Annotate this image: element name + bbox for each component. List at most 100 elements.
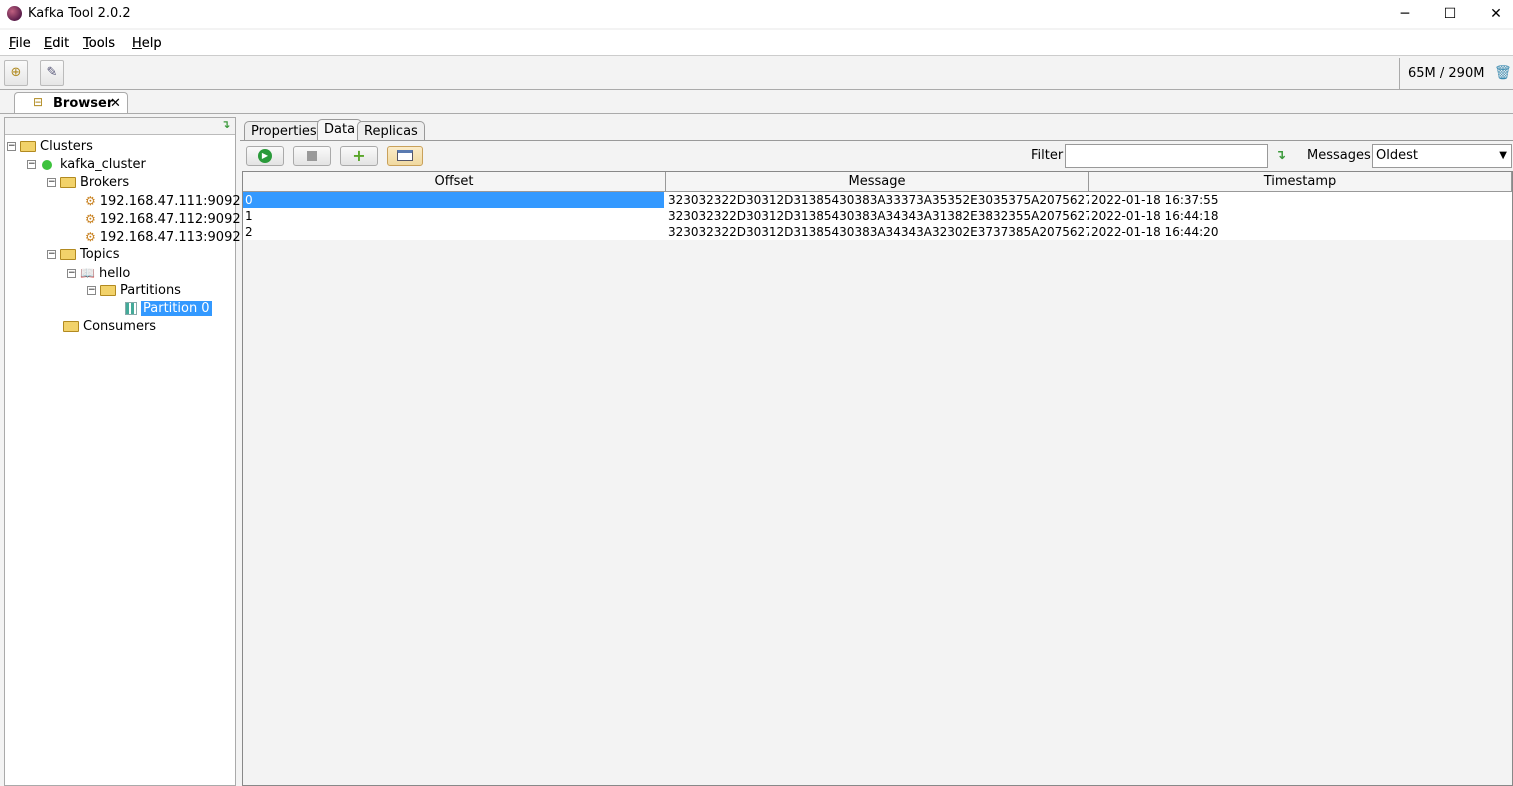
filter-label: Filter [1031,148,1064,163]
browser-icon: ⊟ [33,95,44,109]
tree-label: Brokers [80,175,130,190]
menu-bar: File File Edit Edit Tools Tools Help Help [0,30,1513,56]
tab-data[interactable]: Data [317,119,363,141]
messages-label: Messages [1307,148,1371,163]
menu-mnemonic: Edit [44,36,69,51]
menu-help[interactable]: Help Help [132,36,162,51]
column-header-offset[interactable]: Offset [243,172,666,192]
apply-filter-icon[interactable]: ↴ [1275,148,1286,163]
tree-item-broker[interactable]: ⚙ 192.168.47.111:9092 [85,192,241,210]
cell-offset: 2 [245,225,253,239]
tree-label: Partitions [120,283,181,298]
cell-offset: 0 [243,192,664,208]
cluster-tree-panel: ↴ − Clusters − kafka_cluster − Brokers ⚙ 192… [4,117,241,786]
add-message-button[interactable]: + [340,146,378,166]
menu-mnemonic: File [9,36,31,51]
folder-icon [60,177,76,188]
gear-icon: ⚙ [85,230,96,244]
gear-icon: ⚙ [85,212,96,226]
collapse-icon[interactable]: − [47,178,56,187]
add-connection-button[interactable]: ⊕ [4,60,28,86]
minimize-button[interactable]: ─ [1393,4,1417,24]
column-header-message[interactable]: Message [666,172,1089,192]
menu-mnemonic: Tools [83,36,115,51]
stop-icon [307,150,317,161]
refresh-arrow-icon[interactable]: ↴ [221,118,230,131]
collapse-icon[interactable]: − [27,160,36,169]
table-row[interactable]: 1 323032322D30312D31385430383A34343A31382… [243,208,1512,224]
cell-message: 323032322D30312D31385430383A34343A32302E… [668,225,1089,239]
cell-timestamp: 2022-01-18 16:44:18 [1091,209,1219,223]
folder-icon [20,141,36,152]
partition-icon [125,302,137,315]
cell-timestamp: 2022-01-18 16:44:20 [1091,225,1219,239]
collapse-icon[interactable]: − [87,286,96,295]
cell-message: 323032322D30312D31385430383A33373A35352E… [668,193,1089,207]
menu-tools[interactable]: Tools Tools [83,36,115,51]
messages-select[interactable]: Oldest ▼ [1372,144,1512,168]
collapse-icon[interactable]: − [47,250,56,259]
tab-properties[interactable]: Properties [244,121,324,141]
mnemonic-rest: ile [15,36,31,51]
tree-item-broker[interactable]: ⚙ 192.168.47.112:9092 [85,210,241,228]
tree-label: hello [98,266,131,281]
tree-item-topics[interactable]: − Topics [47,246,119,264]
tree-item-broker[interactable]: ⚙ 192.168.47.113:9092 [85,228,241,246]
garbage-collect-icon[interactable]: 🗑 [1494,65,1512,81]
table-row[interactable]: 0 323032322D30312D31385430383A33373A35352… [243,192,1512,208]
view-toggle-button[interactable] [387,146,423,166]
collapse-icon[interactable]: − [7,142,16,151]
tree-item-consumers[interactable]: Consumers [63,318,156,336]
tree-label: Clusters [40,139,93,154]
messages-table: Offset Message Timestamp 0 323032322D3031… [242,171,1513,786]
edit-tree-button[interactable]: ✎ [40,60,64,86]
tab-browser[interactable]: ⊟ Browser ✕ [14,92,128,114]
folder-icon [100,285,116,296]
tab-replicas[interactable]: Replicas [357,121,425,141]
tree-label: Topics [80,247,120,262]
mnemonic-rest: elp [141,36,162,51]
memory-usage: 65M / 290M [1408,66,1485,81]
tree-label-selected: Partition 0 [141,301,212,316]
book-icon: 📖 [80,266,95,280]
table-row[interactable]: 2 323032322D30312D31385430383A34343A32302… [243,224,1512,240]
play-icon: ▶ [258,148,272,163]
mnemonic-rest: dit [52,36,70,51]
menu-file[interactable]: File File [9,36,31,51]
tree-item-brokers[interactable]: − Brokers [47,174,129,192]
tree-label: Consumers [83,319,157,334]
window-title: Kafka Tool 2.0.2 [28,6,131,21]
gear-icon: ⚙ [85,194,96,208]
cell-offset: 1 [245,209,253,223]
tree-item-topic[interactable]: − 📖 hello [67,264,130,282]
selected-value: Oldest [1376,148,1418,163]
folder-icon [63,321,79,332]
collapse-icon[interactable]: − [67,269,76,278]
tree-item-cluster[interactable]: − kafka_cluster [27,156,146,174]
tree-label: 192.168.47.112:9092 [99,212,241,227]
stop-button[interactable] [293,146,331,166]
tree-item-partitions[interactable]: − Partitions [87,282,181,300]
tree-item-partition[interactable]: Partition 0 [125,300,212,318]
memory-indicator: 65M / 290M 🗑 [1399,58,1513,89]
plus-icon: + [352,146,366,165]
close-button[interactable]: ✕ [1484,4,1508,24]
tab-label: Browser [53,96,114,111]
close-tab-icon[interactable]: ✕ [110,96,121,111]
filter-input[interactable] [1065,144,1268,168]
tree-label: kafka_cluster [60,157,146,172]
tree-item-clusters[interactable]: − Clusters [7,138,93,156]
online-status-icon [42,159,52,170]
window-icon [397,150,413,161]
title-bar: Kafka Tool 2.0.2 ─ ☐ ✕ [0,0,1513,28]
plug-add-icon: ⊕ [10,65,22,80]
menu-edit[interactable]: Edit Edit [44,36,69,51]
mnemonic-key: H [132,36,142,51]
maximize-button[interactable]: ☐ [1438,4,1462,24]
column-header-timestamp[interactable]: Timestamp [1089,172,1512,192]
mnemonic-key: E [44,36,53,51]
dropdown-arrow-icon: ▼ [1499,150,1507,161]
folder-icon [60,249,76,260]
start-button[interactable]: ▶ [246,146,284,166]
divider [240,140,1513,141]
